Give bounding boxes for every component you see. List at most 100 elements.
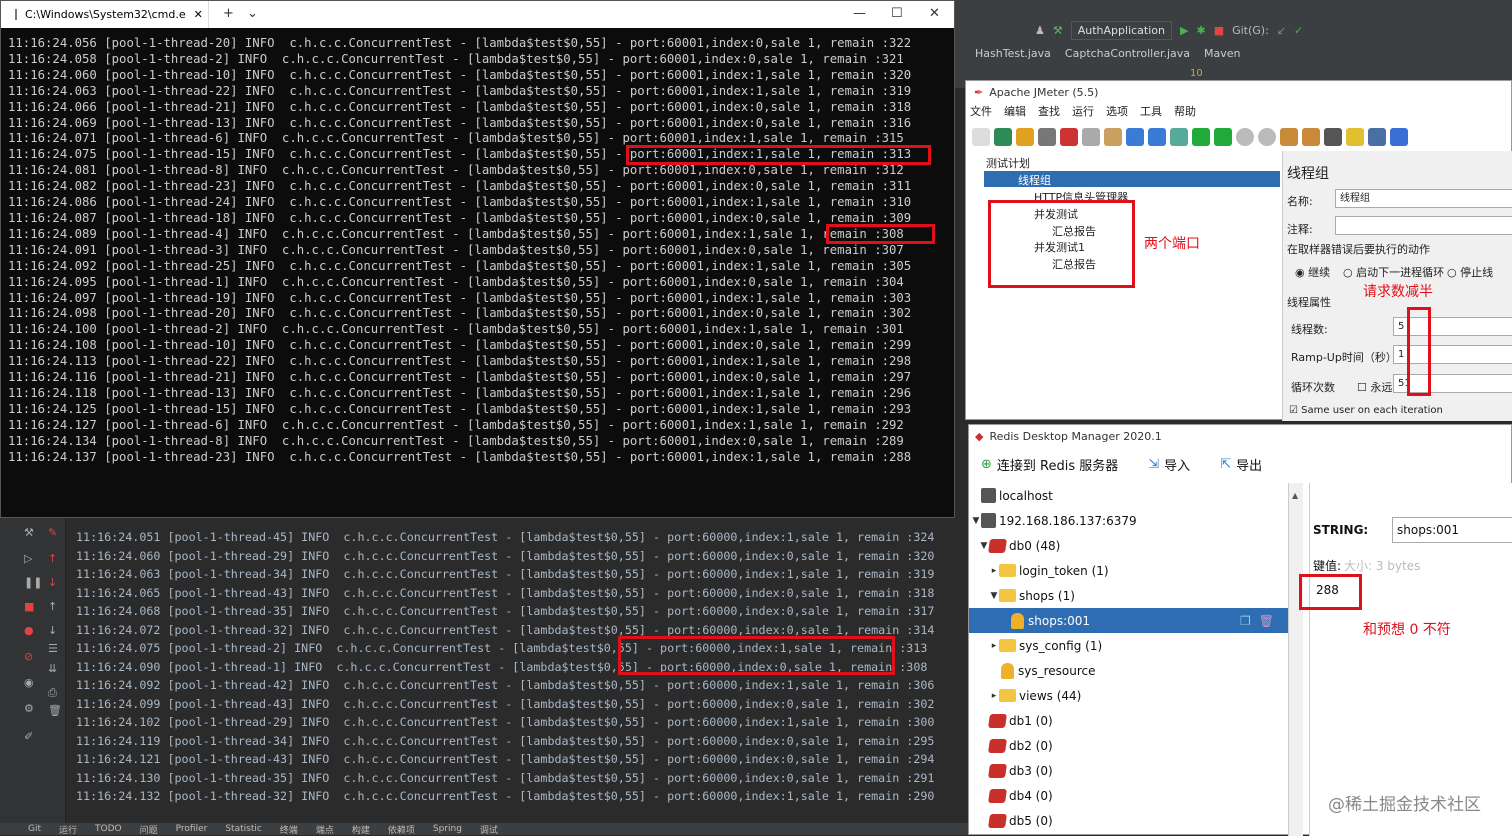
- expanded-arrow-icon[interactable]: ▼: [971, 516, 981, 526]
- run-icon[interactable]: ▶: [1180, 24, 1188, 37]
- status-tool-6[interactable]: 终端: [280, 823, 298, 836]
- stop-icon[interactable]: [1236, 128, 1254, 146]
- tree-views[interactable]: ▸ views (44): [969, 683, 1288, 708]
- menu-run[interactable]: 运行: [1072, 103, 1094, 121]
- tree-key-sys-resource[interactable]: sys_resource: [969, 658, 1288, 683]
- tree-db5[interactable]: db5 (0): [969, 808, 1288, 833]
- wrench-icon[interactable]: ⚒: [24, 526, 34, 539]
- status-tool-9[interactable]: 依赖项: [388, 823, 415, 836]
- status-tool-2[interactable]: TODO: [95, 824, 122, 834]
- menu-file[interactable]: 文件: [970, 103, 992, 121]
- status-tool-10[interactable]: Spring: [433, 824, 462, 834]
- new-tab-icon[interactable]: +: [223, 6, 234, 21]
- tab-maven[interactable]: Maven: [1204, 47, 1240, 60]
- git-commit-icon[interactable]: ✓: [1294, 24, 1303, 37]
- open-icon[interactable]: [1016, 128, 1034, 146]
- tree-server-localhost[interactable]: localhost: [969, 483, 1288, 508]
- tree-shops[interactable]: ▼ shops (1): [969, 583, 1288, 608]
- resume-icon[interactable]: ▷: [24, 552, 32, 565]
- radio-next-loop[interactable]: ○ 启动下一进程循环: [1343, 264, 1444, 280]
- wrap-icon[interactable]: ☰: [48, 642, 58, 655]
- tab-hashtest[interactable]: HashTest.java: [975, 47, 1051, 60]
- debug-icon[interactable]: ✱: [1196, 24, 1205, 37]
- user-icon[interactable]: ♟: [1035, 24, 1045, 37]
- tree-test-plan[interactable]: 测试计划: [986, 155, 1030, 171]
- function-helper-icon[interactable]: [1368, 128, 1386, 146]
- export-button[interactable]: ⇱ 导出: [1220, 455, 1262, 474]
- run-config-select[interactable]: AuthApplication: [1070, 20, 1172, 40]
- collapsed-arrow-icon[interactable]: ▸: [989, 641, 999, 651]
- step-down-icon[interactable]: ↓: [48, 624, 57, 637]
- down-arrow-icon[interactable]: ↓: [48, 576, 57, 589]
- breakpoint-icon[interactable]: ●: [24, 624, 34, 637]
- status-tool-3[interactable]: 问题: [140, 823, 158, 836]
- menu-edit[interactable]: 编辑: [1004, 103, 1026, 121]
- expand-icon[interactable]: [1126, 128, 1144, 146]
- forever-checkbox[interactable]: ☐ 永远: [1357, 379, 1392, 395]
- same-user-checkbox[interactable]: ☑ Same user on each iteration: [1289, 405, 1443, 416]
- edit-icon[interactable]: ✎: [48, 526, 57, 539]
- minimize-icon[interactable]: —: [853, 6, 866, 21]
- settings-icon[interactable]: ⚙: [24, 702, 34, 715]
- menu-options[interactable]: 选项: [1106, 103, 1128, 121]
- status-tool-5[interactable]: Statistic: [225, 824, 261, 834]
- connect-button[interactable]: ⊕ 连接到 Redis 服务器: [981, 455, 1118, 474]
- tree-sys-config[interactable]: ▸ sys_config (1): [969, 633, 1288, 658]
- paste-icon[interactable]: [1104, 128, 1122, 146]
- collapsed-arrow-icon[interactable]: ▸: [989, 691, 999, 701]
- key-name-input[interactable]: shops:001: [1392, 517, 1512, 543]
- stop-icon[interactable]: ■: [1214, 24, 1224, 37]
- radio-stop[interactable]: ○ 停止线: [1447, 264, 1493, 280]
- stop-icon[interactable]: ■: [24, 600, 34, 613]
- mute-breakpoints-icon[interactable]: ⊘: [24, 650, 33, 663]
- save-icon[interactable]: [1038, 128, 1056, 146]
- git-update-icon[interactable]: ↙: [1277, 24, 1286, 37]
- start-no-pause-icon[interactable]: [1214, 128, 1232, 146]
- tree-db2[interactable]: db2 (0): [969, 733, 1288, 758]
- clear-all-icon[interactable]: [1302, 128, 1320, 146]
- status-tool-4[interactable]: Profiler: [176, 824, 208, 834]
- camera-icon[interactable]: ◉: [24, 676, 34, 689]
- status-tool-8[interactable]: 构建: [352, 823, 370, 836]
- tree-login-token[interactable]: ▸ login_token (1): [969, 558, 1288, 583]
- step-up-icon[interactable]: ↑: [48, 600, 57, 613]
- tree-db4[interactable]: db4 (0): [969, 783, 1288, 808]
- scroll-end-icon[interactable]: ⇊: [48, 662, 57, 675]
- maximize-icon[interactable]: ☐: [891, 6, 903, 21]
- toggle-icon[interactable]: [1170, 128, 1188, 146]
- hammer-icon[interactable]: ⚒: [1053, 24, 1063, 37]
- comment-input[interactable]: [1335, 216, 1512, 235]
- cut-icon[interactable]: [1060, 128, 1078, 146]
- import-button[interactable]: ⇲ 导入: [1148, 455, 1190, 474]
- tree-db0[interactable]: ▼ db0 (48): [969, 533, 1288, 558]
- reset-search-icon[interactable]: [1346, 128, 1364, 146]
- tree-thread-group[interactable]: 线程组: [1018, 172, 1051, 188]
- cmd-tab[interactable]: C:\Windows\System32\cmd.e ✕: [1, 1, 209, 28]
- pause-icon[interactable]: ❚❚: [24, 576, 42, 589]
- status-tool-0[interactable]: Git: [28, 824, 41, 834]
- search-icon[interactable]: [1324, 128, 1342, 146]
- tab-captcha-controller[interactable]: CaptchaController.java: [1065, 47, 1190, 60]
- collapse-icon[interactable]: [1148, 128, 1166, 146]
- menu-tools[interactable]: 工具: [1140, 103, 1162, 121]
- menu-help[interactable]: 帮助: [1174, 103, 1196, 121]
- copy-key-icon[interactable]: ❐: [1240, 614, 1251, 628]
- templates-icon[interactable]: [994, 128, 1012, 146]
- clear-icon[interactable]: [1280, 128, 1298, 146]
- start-icon[interactable]: [1192, 128, 1210, 146]
- copy-icon[interactable]: [1082, 128, 1100, 146]
- tree-server-remote[interactable]: ▼ 192.168.186.137:6379: [969, 508, 1288, 533]
- tree-scrollbar[interactable]: ▲: [1288, 483, 1303, 836]
- status-tool-1[interactable]: 运行: [59, 823, 77, 836]
- scroll-up-icon[interactable]: ▲: [1289, 491, 1298, 500]
- new-icon[interactable]: [972, 128, 990, 146]
- collapsed-arrow-icon[interactable]: ▸: [989, 566, 999, 576]
- tree-db3[interactable]: db3 (0): [969, 758, 1288, 783]
- pin-icon[interactable]: ✐: [24, 730, 33, 743]
- trash-icon[interactable]: 🗑: [48, 704, 62, 717]
- name-input[interactable]: 线程组: [1335, 189, 1512, 208]
- expanded-arrow-icon[interactable]: ▼: [989, 591, 999, 601]
- chevron-down-icon[interactable]: ⌄: [247, 6, 258, 21]
- print-icon[interactable]: ⎙: [48, 686, 57, 700]
- delete-key-icon[interactable]: 🗑: [1259, 614, 1274, 628]
